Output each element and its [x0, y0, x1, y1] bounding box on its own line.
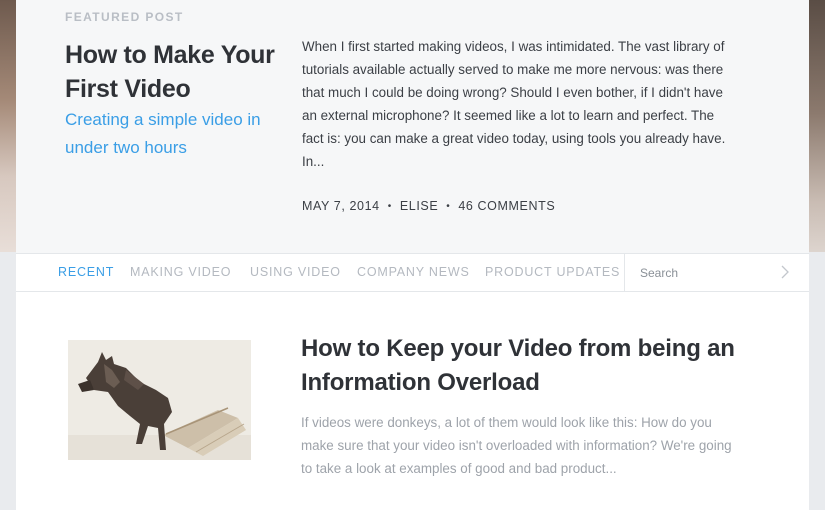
background-photo-right: [809, 0, 825, 252]
tab-recent[interactable]: RECENT: [58, 265, 114, 279]
chevron-right-icon[interactable]: [779, 265, 791, 279]
featured-subtitle: Creating a simple video in under two hou…: [65, 110, 261, 157]
post-comments-link[interactable]: 46 COMMENTS: [458, 199, 555, 213]
post-thumbnail-donkey[interactable]: [68, 340, 251, 460]
tab-using-video[interactable]: USING VIDEO: [250, 265, 341, 279]
meta-separator: •: [387, 200, 392, 212]
background-left: [0, 252, 16, 510]
post-excerpt: If videos were donkeys, a lot of them wo…: [301, 415, 732, 476]
post-title-link[interactable]: How to Keep your Video from being an Inf…: [301, 332, 761, 400]
meta-separator: •: [446, 200, 451, 212]
tab-company-news[interactable]: COMPANY NEWS: [357, 265, 470, 279]
category-nav: RECENT MAKING VIDEO USING VIDEO COMPANY …: [16, 253, 809, 292]
background-photo-left: [0, 0, 16, 252]
post-author-link[interactable]: ELISE: [400, 199, 438, 213]
featured-excerpt: When I first started making videos, I wa…: [302, 39, 726, 169]
featured-title-link[interactable]: How to Make Your First Video: [65, 38, 295, 106]
featured-label: FEATURED POST: [65, 10, 184, 24]
post-date: MAY 7, 2014: [302, 199, 380, 213]
featured-meta: MAY 7, 2014 • ELISE • 46 COMMENTS: [302, 199, 555, 213]
blog-card: FEATURED POST How to Make Your First Vid…: [16, 0, 809, 510]
background-right: [809, 252, 825, 510]
search-input[interactable]: [625, 254, 775, 291]
tab-making-video[interactable]: MAKING VIDEO: [130, 265, 231, 279]
tab-product-updates[interactable]: PRODUCT UPDATES: [485, 265, 620, 279]
search-box: [624, 254, 809, 291]
donkey-photo-icon: [68, 340, 251, 460]
featured-post: FEATURED POST How to Make Your First Vid…: [16, 0, 809, 253]
